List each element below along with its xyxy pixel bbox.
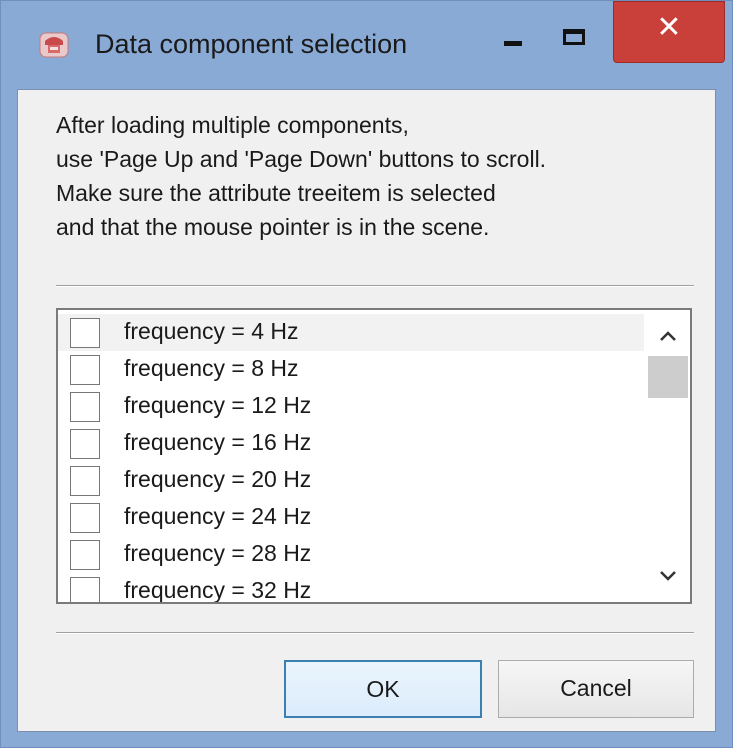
close-icon: ✕ [656, 10, 682, 45]
list-item[interactable]: frequency = 20 Hz [58, 462, 644, 499]
component-list-items: frequency = 4 Hz frequency = 8 Hz freque… [58, 310, 644, 602]
cancel-button[interactable]: Cancel [498, 660, 694, 718]
item-checkbox[interactable] [70, 355, 100, 385]
item-checkbox[interactable] [70, 429, 100, 459]
item-label: frequency = 28 Hz [124, 540, 312, 566]
instructions-line: and that the mouse pointer is in the sce… [56, 214, 490, 240]
item-label: frequency = 4 Hz [124, 318, 299, 344]
minimize-icon [504, 41, 522, 46]
component-list[interactable]: frequency = 4 Hz frequency = 8 Hz freque… [56, 308, 692, 604]
list-item[interactable]: frequency = 24 Hz [58, 499, 644, 536]
item-label: frequency = 16 Hz [124, 429, 312, 455]
item-label: frequency = 12 Hz [124, 392, 312, 418]
ok-button[interactable]: OK [284, 660, 482, 718]
instructions-line: use 'Page Up and 'Page Down' buttons to … [56, 146, 547, 172]
close-button[interactable]: ✕ [613, 1, 725, 63]
dialog-client-area: After loading multiple components, use '… [17, 89, 716, 732]
maximize-button[interactable] [557, 9, 597, 59]
separator-top [56, 285, 694, 287]
list-item[interactable]: frequency = 8 Hz [58, 351, 644, 388]
item-checkbox[interactable] [70, 466, 100, 496]
title-bar[interactable]: Data component selection ✕ [1, 1, 733, 89]
list-item[interactable]: frequency = 32 Hz [58, 573, 644, 602]
scroll-down-button[interactable] [646, 560, 690, 592]
item-checkbox[interactable] [70, 392, 100, 422]
chevron-down-icon [660, 571, 676, 581]
scroll-thumb[interactable] [648, 356, 688, 398]
dialog-window: Data component selection ✕ After loading… [0, 0, 733, 748]
chevron-up-icon [660, 331, 676, 341]
list-item[interactable]: frequency = 16 Hz [58, 425, 644, 462]
window-title: Data component selection [95, 29, 408, 59]
list-item[interactable]: frequency = 28 Hz [58, 536, 644, 573]
app-icon[interactable] [39, 31, 69, 59]
item-label: frequency = 20 Hz [124, 466, 312, 492]
item-checkbox[interactable] [70, 503, 100, 533]
item-checkbox[interactable] [70, 577, 100, 602]
item-checkbox[interactable] [70, 318, 100, 348]
item-checkbox[interactable] [70, 540, 100, 570]
instructions-line: After loading multiple components, [56, 112, 409, 138]
item-label: frequency = 32 Hz [124, 577, 312, 602]
item-label: frequency = 8 Hz [124, 355, 299, 381]
vertical-scrollbar[interactable] [646, 310, 690, 602]
minimize-button[interactable] [497, 9, 537, 59]
instructions-text: After loading multiple components, use '… [56, 108, 546, 244]
scroll-up-button[interactable] [646, 318, 690, 350]
instructions-line: Make sure the attribute treeitem is sele… [56, 180, 496, 206]
item-label: frequency = 24 Hz [124, 503, 312, 529]
list-item[interactable]: frequency = 4 Hz [58, 314, 644, 351]
separator-bottom [56, 632, 694, 634]
maximize-icon [563, 29, 585, 45]
list-item[interactable]: frequency = 12 Hz [58, 388, 644, 425]
